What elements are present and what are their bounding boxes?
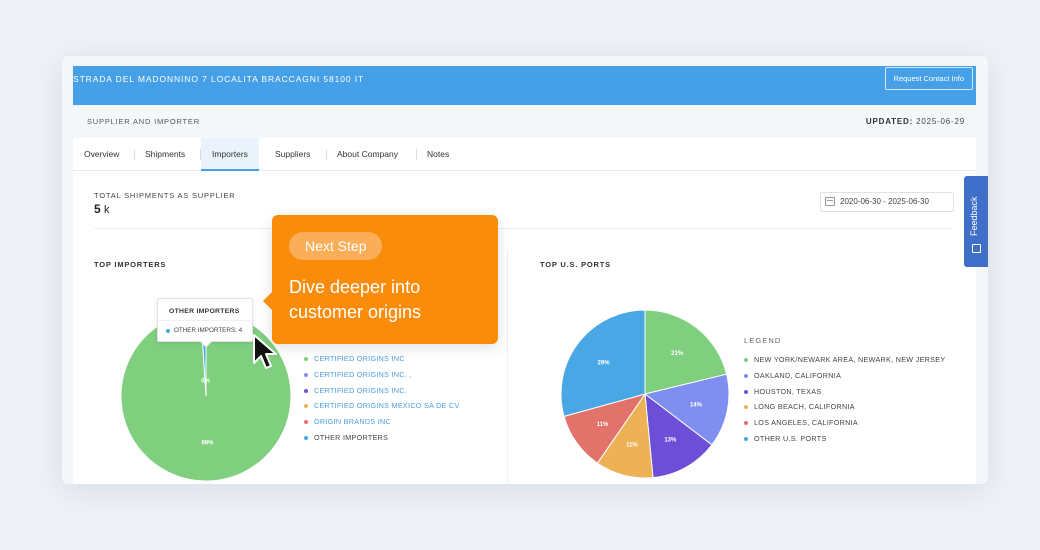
port-legend-item: OTHER U.S. PORTS (744, 431, 945, 447)
date-range-value: 2020-06-30 - 2025-06-30 (840, 197, 929, 206)
total-shipments-unit: k (104, 204, 110, 216)
tab-bar: Overview Shipments Importers Suppliers A… (73, 138, 976, 171)
date-range-picker[interactable]: 2020-06-30 - 2025-06-30 (820, 192, 954, 212)
company-header-bar: STRADA DEL MADONNINO 7 LOCALITA BRACCAGN… (73, 66, 976, 105)
legend-color-dot (304, 388, 308, 393)
tooltip-divider (158, 320, 252, 321)
total-shipments-value: 5 k (94, 202, 110, 216)
port-legend-item: HOUSTON, TEXAS (744, 384, 945, 400)
legend-label: ORIGIN BRANDS INC (314, 417, 391, 427)
chart-tooltip: OTHER IMPORTERS OTHER IMPORTERS: 4 (157, 298, 253, 348)
section-header: SUPPLIER AND IMPORTER UPDATED: 2025-06-2… (73, 105, 976, 138)
port-legend-item: OAKLAND, CALIFORNIA (744, 368, 945, 384)
legend-label: CERTIFIED ORIGINS INC. , (314, 369, 412, 379)
legend-color-dot (304, 435, 308, 440)
callout-message: Dive deeper into customer origins (289, 277, 422, 322)
port-slice-label: 11% (626, 442, 638, 448)
legend-color-dot (744, 405, 748, 410)
importer-legend-item: OTHER IMPORTERS (304, 430, 460, 446)
feedback-tab[interactable]: Feedback (964, 176, 988, 267)
mouse-cursor-icon (253, 334, 277, 369)
top-ports-title: TOP U.S. PORTS (540, 260, 611, 269)
tab-about-company[interactable]: About Company (337, 138, 398, 171)
legend-color-dot (304, 404, 308, 409)
tooltip-color-dot (166, 329, 170, 333)
tab-overview[interactable]: Overview (83, 138, 120, 171)
legend-color-dot (744, 373, 748, 378)
importer-legend-item[interactable]: CERTIFIED ORIGINS INC (304, 351, 460, 367)
tab-notes[interactable]: Notes (427, 138, 449, 171)
legend-color-dot (304, 420, 308, 425)
updated-label: UPDATED: (865, 117, 914, 126)
section-label: SUPPLIER AND IMPORTER (87, 117, 200, 126)
tooltip-title: OTHER IMPORTERS (169, 308, 240, 315)
callout-pointer (263, 291, 273, 311)
port-slice-label: 13% (664, 438, 677, 444)
legend-color-dot (304, 372, 308, 377)
top-importers-legend: CERTIFIED ORIGINS INC CERTIFIED ORIGINS I… (304, 351, 460, 446)
ports-legend-title: LEGEND (744, 336, 782, 345)
next-step-badge: Next Step (289, 232, 383, 260)
port-legend-item: LONG BEACH, CALIFORNIA (744, 399, 945, 415)
total-shipments-label: TOTAL SHIPMENTS AS SUPPLIER (94, 191, 236, 200)
updated-date: UPDATED: 2025-06-29 (866, 117, 965, 126)
legend-label: NEW YORK/NEWARK AREA, NEWARK, NEW JERSEY (754, 355, 946, 364)
top-ports-pie-chart: 21% 14% 13% 11% 11% 29% (560, 309, 730, 479)
port-slice-label: 14% (690, 403, 703, 409)
port-slice-label: 29% (598, 360, 611, 366)
feedback-icon (972, 244, 981, 253)
importer-legend-item[interactable]: CERTIFIED ORIGINS INC. (304, 383, 460, 399)
legend-label: CERTIFIED ORIGINS INC (314, 354, 405, 363)
divider (94, 228, 952, 229)
legend-label: LONG BEACH, CALIFORNIA (754, 402, 855, 412)
port-slice-label: 21% (671, 351, 684, 357)
request-contact-info-button[interactable]: Request Contact Info (884, 67, 973, 90)
legend-label: OAKLAND, CALIFORNIA (754, 370, 842, 380)
legend-label: CERTIFIED ORIGINS MEXICO SA DE CV (314, 401, 460, 411)
port-legend-item: NEW YORK/NEWARK AREA, NEWARK, NEW JERSEY (744, 352, 945, 368)
port-slice-label: 11% (597, 422, 609, 428)
tab-divider (134, 149, 135, 160)
legend-label: CERTIFIED ORIGINS INC. (314, 385, 408, 395)
calendar-icon (825, 197, 835, 206)
walkthrough-callout: Next Step Dive deeper into customer orig… (263, 215, 498, 344)
port-legend-item: LOS ANGELES, CALIFORNIA (744, 415, 945, 431)
tab-divider (326, 149, 327, 160)
importer-legend-item[interactable]: CERTIFIED ORIGINS INC. , (304, 367, 460, 383)
legend-label: OTHER IMPORTERS (314, 432, 389, 442)
importer-slice-label: 0% (201, 379, 210, 385)
tooltip-row-text: OTHER IMPORTERS: 4 (174, 327, 243, 334)
legend-color-dot (744, 421, 748, 426)
legend-label: LOS ANGELES, CALIFORNIA (754, 418, 858, 428)
tooltip-row: OTHER IMPORTERS: 4 (166, 327, 242, 334)
legend-label: HOUSTON, TEXAS (754, 386, 822, 396)
top-importers-title: TOP IMPORTERS (94, 260, 167, 269)
importer-legend-item[interactable]: ORIGIN BRANDS INC (304, 414, 460, 430)
legend-color-dot (744, 358, 748, 362)
importer-legend-item[interactable]: CERTIFIED ORIGINS MEXICO SA DE CV (304, 398, 460, 414)
total-shipments-number: 5 (94, 202, 101, 216)
tab-suppliers[interactable]: Suppliers (275, 138, 310, 171)
importer-slice-label: 99% (201, 441, 214, 447)
tab-importers[interactable]: Importers (201, 138, 259, 171)
column-divider (507, 250, 508, 484)
legend-color-dot (744, 436, 748, 441)
updated-value: 2025-06-29 (916, 117, 965, 126)
company-address: STRADA DEL MADONNINO 7 LOCALITA BRACCAGN… (73, 74, 365, 84)
tab-shipments[interactable]: Shipments (145, 138, 185, 171)
tab-divider (416, 149, 417, 160)
legend-label: OTHER U.S. PORTS (754, 433, 827, 443)
feedback-label: Feedback (969, 196, 979, 236)
legend-color-dot (304, 357, 308, 361)
top-ports-legend: NEW YORK/NEWARK AREA, NEWARK, NEW JERSEY… (744, 352, 945, 447)
legend-color-dot (744, 389, 748, 394)
